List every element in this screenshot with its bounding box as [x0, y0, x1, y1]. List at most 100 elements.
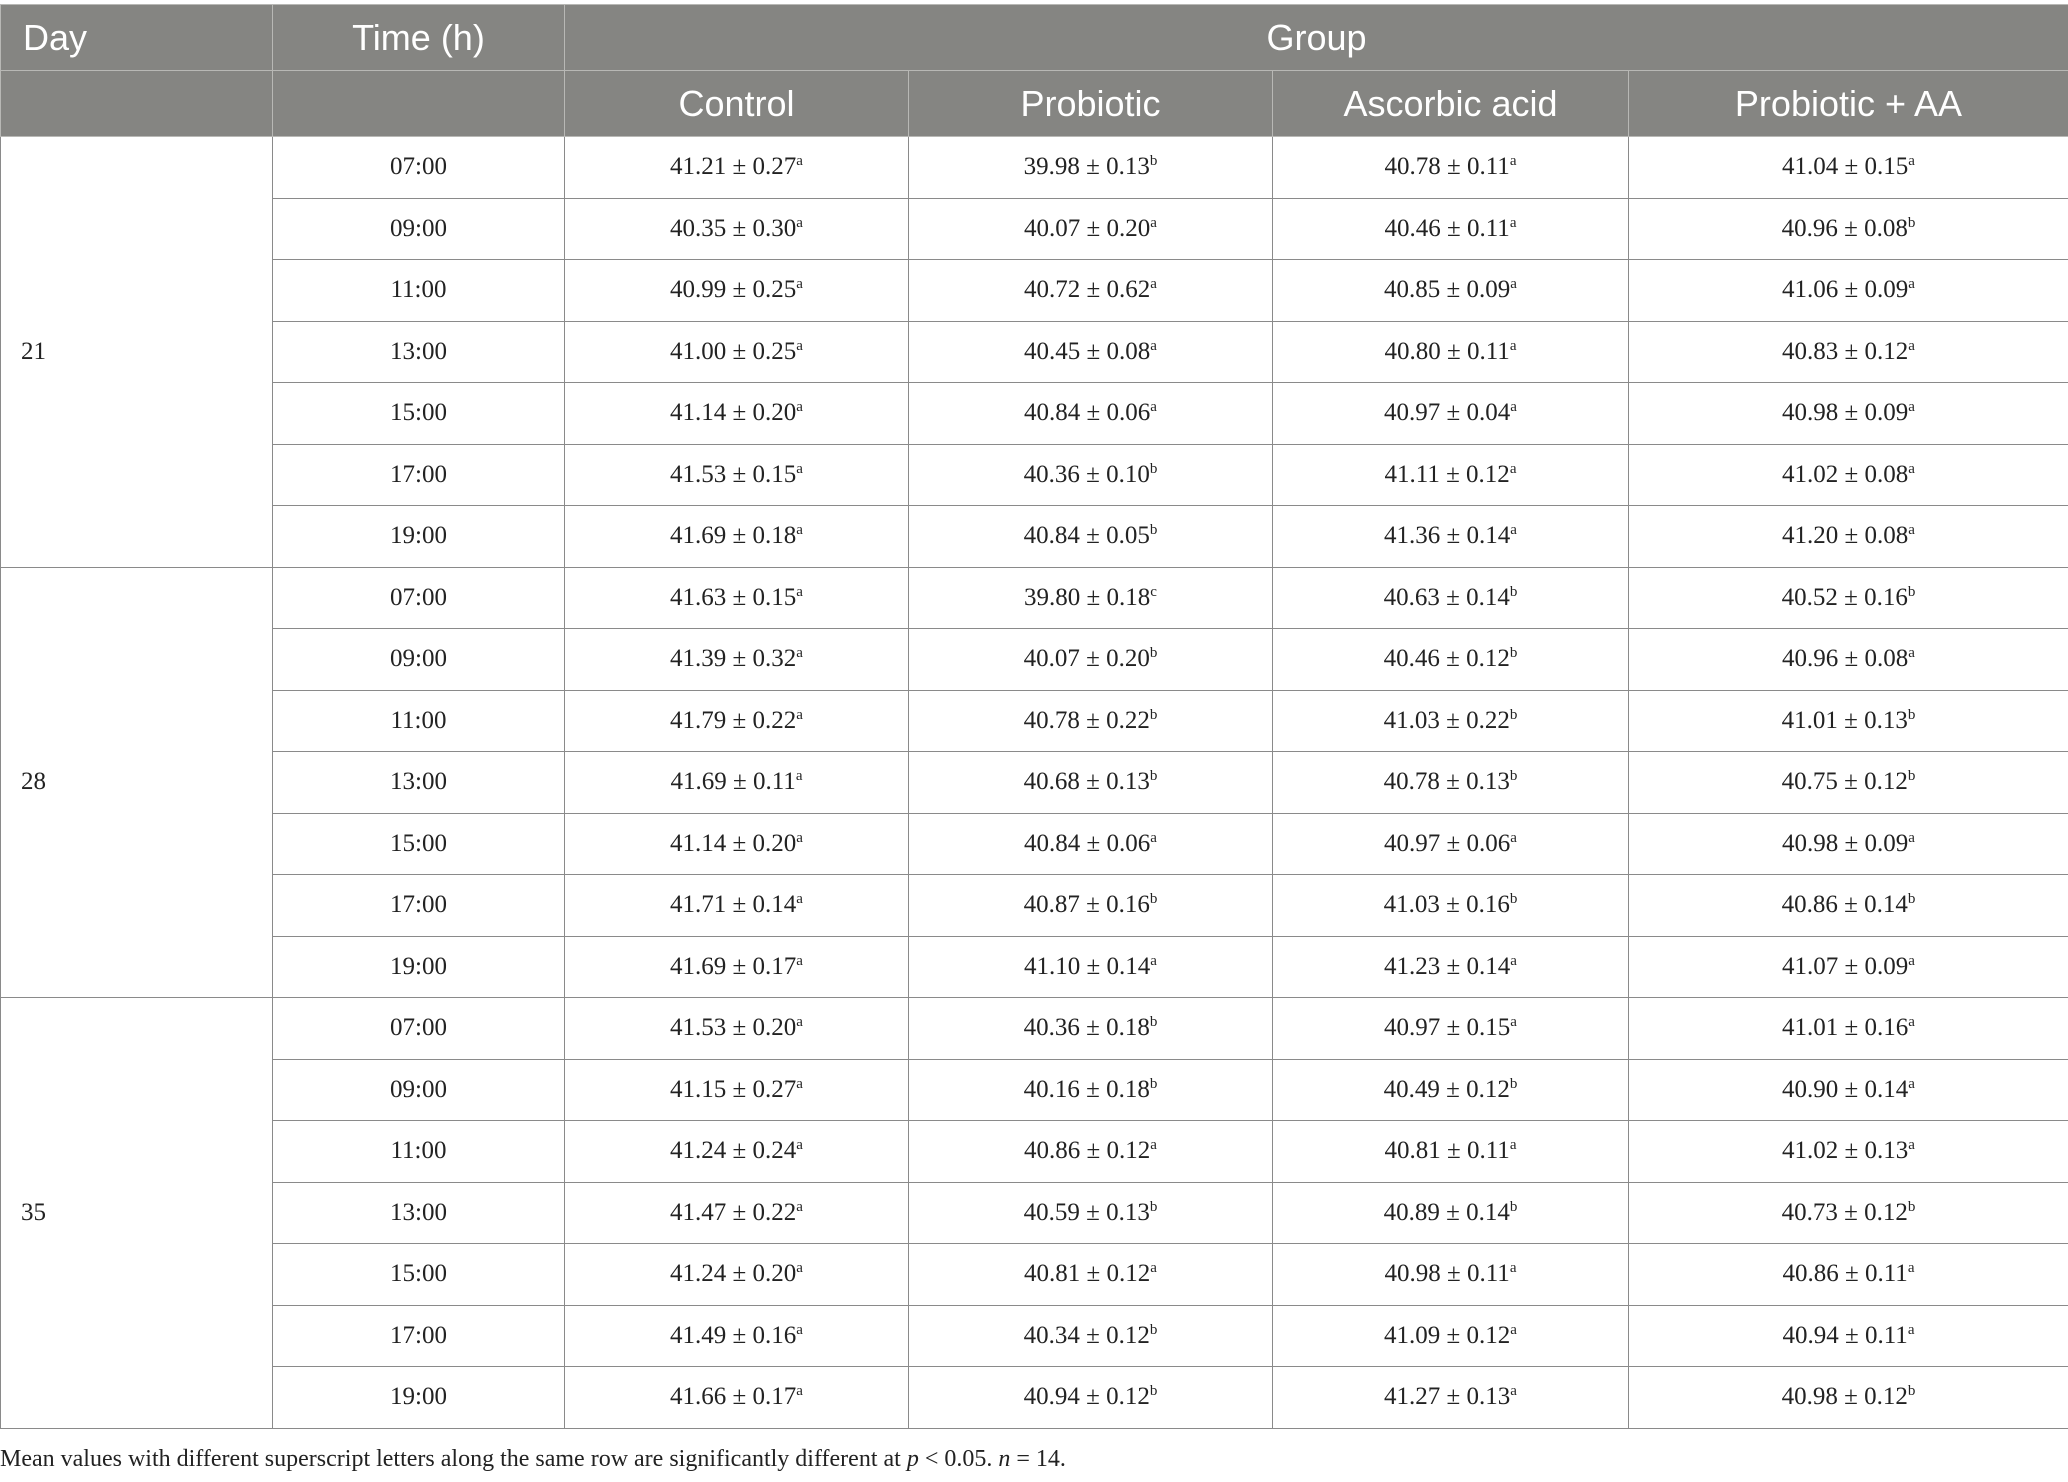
significance-letter: b	[1509, 645, 1518, 662]
value-cell: 41.69 ± 0.17a	[564, 935, 909, 998]
footnote-n: n	[998, 1446, 1011, 1472]
time-cell: 07:00	[272, 566, 565, 629]
mean-sd-value: 41.23 ± 0.14	[1384, 952, 1511, 980]
value-cell: 40.34 ± 0.12b	[908, 1304, 1273, 1367]
significance-letter: a	[1908, 460, 1915, 477]
value-cell: 39.80 ± 0.18c	[908, 566, 1273, 629]
significance-letter: a	[1510, 1321, 1517, 1338]
value-cell: 41.27 ± 0.13a	[1272, 1366, 1629, 1429]
time-cell: 11:00	[272, 259, 565, 322]
time-cell: 15:00	[272, 1243, 565, 1306]
value-cell: 41.47 ± 0.22a	[564, 1181, 909, 1244]
value-cell: 40.94 ± 0.12b	[908, 1366, 1273, 1429]
mean-sd-value: 41.47 ± 0.22	[670, 1198, 797, 1226]
significance-letter: b	[1907, 214, 1916, 231]
significance-letter: a	[1509, 337, 1517, 354]
mean-sd-value: 40.16 ± 0.18	[1023, 1075, 1150, 1103]
table-row: 19:00 41.66 ± 0.17a 40.94 ± 0.12b 41.27 ± 0…	[1, 1366, 2068, 1429]
table-row: 19:00 41.69 ± 0.18a 40.84 ± 0.05b 41.36 ± 0…	[1, 505, 2068, 568]
table-row: 21 07:00 41.21 ± 0.27a 39.98 ± 0.13b 40.78 ±…	[0, 136, 2068, 568]
time-cell: 15:00	[272, 812, 565, 875]
mean-sd-value: 40.90 ± 0.14	[1782, 1075, 1909, 1103]
value-cell: 40.49 ± 0.12b	[1272, 1058, 1629, 1121]
value-cell: 41.69 ± 0.11a	[564, 751, 909, 814]
mean-sd-value: 41.71 ± 0.14	[670, 891, 797, 919]
significance-letter: b	[1907, 1383, 1916, 1400]
significance-letter: a	[796, 1075, 803, 1092]
mean-sd-value: 40.78 ± 0.11	[1384, 153, 1510, 181]
significance-letter: a	[1510, 276, 1517, 293]
mean-sd-value: 40.98 ± 0.11	[1384, 1260, 1510, 1288]
value-cell: 40.73 ± 0.12b	[1628, 1181, 2068, 1244]
significance-letter: a	[1150, 829, 1157, 846]
table-row: 11:00 41.24 ± 0.24a 40.86 ± 0.12a 40.81 ± 0…	[1, 1120, 2068, 1183]
table-footnote: Mean values with different superscript l…	[0, 1446, 1066, 1473]
significance-letter: a	[1150, 1260, 1157, 1277]
significance-letter: a	[796, 214, 803, 231]
table-row: 13:00 41.00 ± 0.25a 40.45 ± 0.08a 40.80 ± 0…	[1, 320, 2068, 383]
significance-letter: a	[1509, 1260, 1517, 1277]
mean-sd-value: 41.10 ± 0.14	[1024, 952, 1151, 980]
mean-sd-value: 40.81 ± 0.11	[1384, 1137, 1510, 1165]
mean-sd-value: 40.78 ± 0.22	[1023, 706, 1150, 734]
significance-letter: b	[1907, 583, 1916, 600]
time-cell: 11:00	[272, 689, 565, 752]
value-cell: 40.84 ± 0.05b	[908, 505, 1273, 568]
mean-sd-value: 40.59 ± 0.13	[1023, 1198, 1150, 1226]
significance-letter: b	[1149, 706, 1158, 723]
mean-sd-value: 41.14 ± 0.20	[670, 399, 797, 427]
value-cell: 41.53 ± 0.15a	[564, 443, 909, 506]
mean-sd-value: 40.35 ± 0.30	[670, 214, 797, 242]
value-cell: 40.98 ± 0.11a	[1272, 1243, 1629, 1306]
significance-letter: b	[1149, 1075, 1158, 1092]
value-cell: 40.16 ± 0.18b	[908, 1058, 1273, 1121]
value-cell: 40.96 ± 0.08a	[1628, 628, 2068, 691]
mean-sd-value: 40.52 ± 0.16	[1781, 583, 1908, 611]
time-cell: 07:00	[272, 997, 565, 1060]
mean-sd-value: 40.36 ± 0.18	[1023, 1014, 1150, 1042]
mean-sd-value: 41.27 ± 0.13	[1384, 1383, 1511, 1411]
mean-sd-value: 40.46 ± 0.12	[1383, 645, 1510, 673]
value-cell: 41.66 ± 0.17a	[564, 1366, 909, 1429]
results-table: Day Time (h) Group Control Probiotic Asc…	[0, 4, 2068, 1429]
value-cell: 40.97 ± 0.15a	[1272, 997, 1629, 1060]
table-row: 13:00 41.47 ± 0.22a 40.59 ± 0.13b 40.89 ± 0…	[1, 1181, 2068, 1244]
value-cell: 40.46 ± 0.12b	[1272, 628, 1629, 691]
mean-sd-value: 40.99 ± 0.25	[670, 276, 797, 304]
significance-letter: b	[1149, 153, 1158, 170]
mean-sd-value: 41.11 ± 0.12	[1384, 460, 1510, 488]
value-cell: 39.98 ± 0.13b	[908, 136, 1273, 199]
mean-sd-value: 41.36 ± 0.14	[1384, 522, 1511, 550]
mean-sd-value: 40.89 ± 0.14	[1383, 1198, 1510, 1226]
table-row: 28 07:00 41.63 ± 0.15a 39.80 ± 0.18c 40.63 ±…	[0, 566, 2068, 998]
mean-sd-value: 40.46 ± 0.11	[1384, 214, 1510, 242]
mean-sd-value: 40.96 ± 0.08	[1781, 214, 1908, 242]
significance-letter: a	[1908, 1014, 1915, 1031]
mean-sd-value: 40.81 ± 0.12	[1024, 1260, 1151, 1288]
mean-sd-value: 40.84 ± 0.05	[1023, 522, 1150, 550]
mean-sd-value: 41.07 ± 0.09	[1782, 952, 1909, 980]
significance-letter: a	[1908, 399, 1915, 416]
mean-sd-value: 41.79 ± 0.22	[670, 706, 797, 734]
significance-letter: a	[796, 1014, 803, 1031]
table-row: 11:00 41.79 ± 0.22a 40.78 ± 0.22b 41.03 ± 0…	[1, 689, 2068, 752]
significance-letter: b	[1907, 1198, 1916, 1215]
day-cell: 28	[0, 566, 273, 998]
significance-letter: a	[1510, 522, 1517, 539]
significance-letter: a	[1908, 522, 1915, 539]
footnote-p: p	[906, 1446, 919, 1472]
footnote-text: Mean values with different superscript l…	[0, 1446, 907, 1472]
mean-sd-value: 41.21 ± 0.27	[670, 153, 797, 181]
value-cell: 40.99 ± 0.25a	[564, 259, 909, 322]
value-cell: 40.90 ± 0.14a	[1628, 1058, 2068, 1121]
value-cell: 41.07 ± 0.09a	[1628, 935, 2068, 998]
value-cell: 40.84 ± 0.06a	[908, 812, 1273, 875]
significance-letter: a	[796, 952, 803, 969]
header-group-probiotic: Probiotic	[908, 70, 1273, 137]
value-cell: 40.35 ± 0.30a	[564, 197, 909, 260]
significance-letter: a	[1907, 1321, 1915, 1338]
mean-sd-value: 40.98 ± 0.12	[1781, 1383, 1908, 1411]
significance-letter: a	[796, 399, 803, 416]
significance-letter: b	[1509, 583, 1518, 600]
time-cell: 17:00	[272, 1304, 565, 1367]
